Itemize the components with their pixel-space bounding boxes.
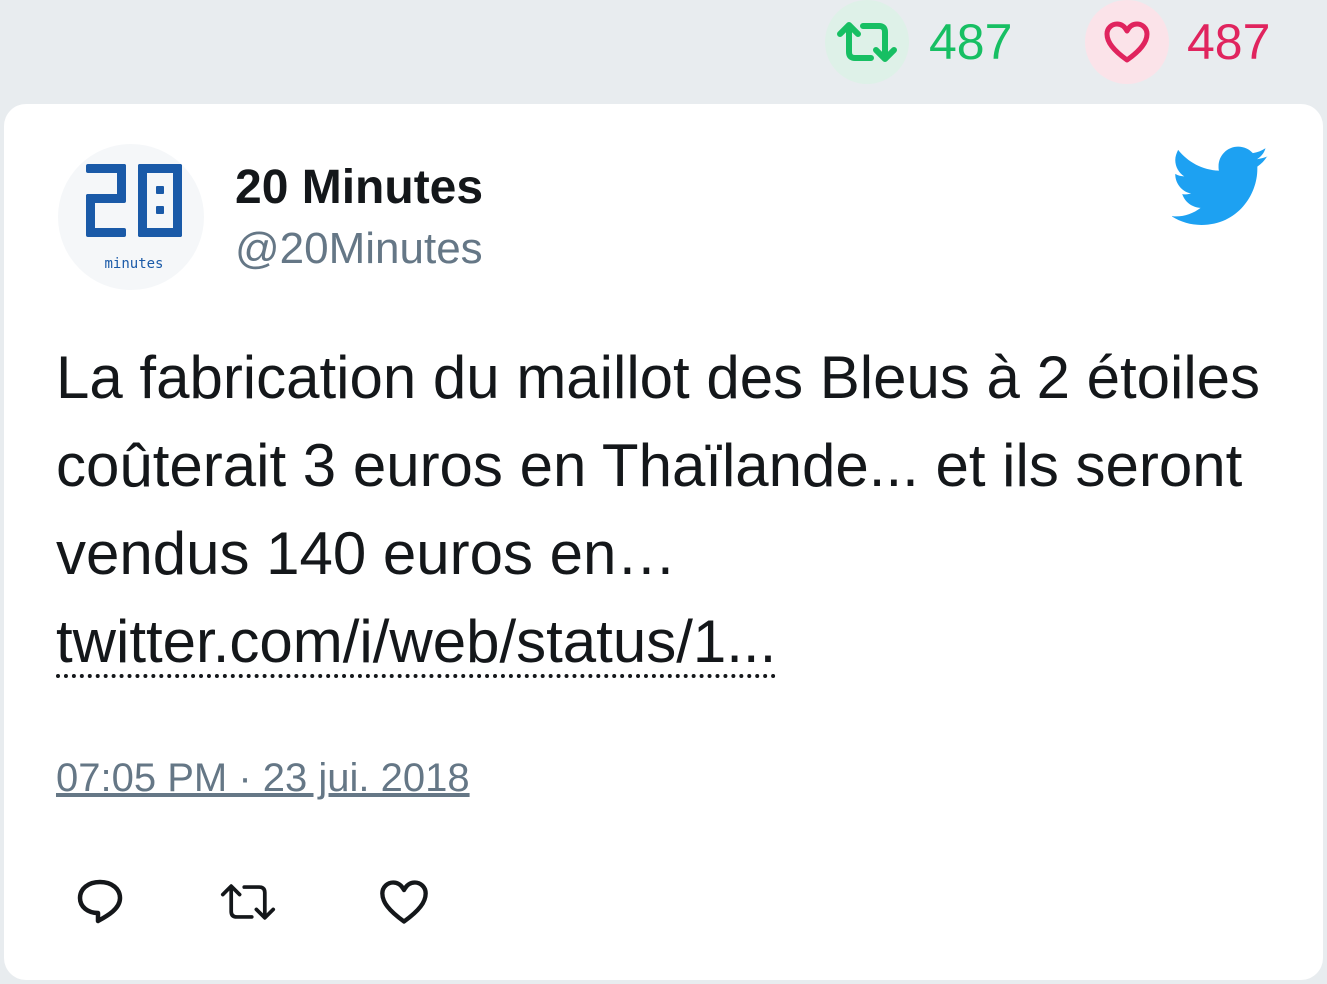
retweet-stat[interactable]: 487 [825, 0, 1012, 84]
heart-icon[interactable] [1085, 0, 1169, 84]
retweet-icon[interactable] [825, 0, 909, 84]
like-button[interactable] [376, 874, 432, 930]
reply-button[interactable] [72, 874, 128, 930]
tweet-timestamp[interactable]: 07:05 PM · 23 jui. 2018 [56, 756, 470, 801]
retweet-button[interactable] [220, 874, 276, 930]
svg-text:minutes: minutes [104, 256, 163, 272]
tweet-stats-bar: 487 487 [0, 0, 1327, 100]
tweet-card: minutes 20 Minutes @20Minutes La fabrica… [4, 104, 1323, 980]
retweet-count: 487 [929, 14, 1013, 70]
tweet-text: La fabrication du maillot des Bleus à 2 … [56, 334, 1266, 686]
20-minutes-logo: minutes [86, 164, 182, 272]
heart-icon [380, 880, 428, 924]
tweet-body: La fabrication du maillot des Bleus à 2 … [56, 344, 1261, 587]
user-handle[interactable]: @20Minutes [235, 224, 483, 274]
tweet-link[interactable]: twitter.com/i/web/status/1... [56, 610, 777, 678]
comment-icon [77, 879, 123, 924]
twitter-bird-icon[interactable] [1171, 146, 1270, 228]
avatar[interactable]: minutes [58, 144, 204, 290]
retweet-icon [220, 884, 276, 920]
display-name[interactable]: 20 Minutes [235, 160, 483, 215]
like-stat[interactable]: 487 [1085, 0, 1270, 84]
like-count: 487 [1187, 14, 1271, 70]
